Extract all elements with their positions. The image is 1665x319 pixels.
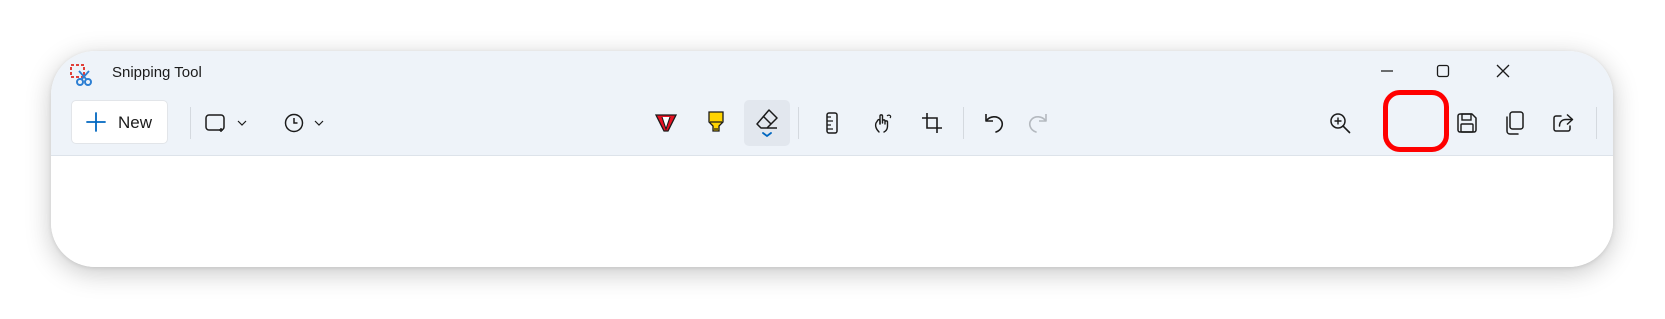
- ruler-icon: [826, 112, 838, 134]
- maximize-button[interactable]: [1413, 51, 1473, 91]
- redo-icon: [1029, 114, 1047, 133]
- undo-icon: [985, 114, 1003, 133]
- ballpoint-pen-icon: [655, 114, 677, 132]
- title-bar: Snipping Tool: [51, 51, 1613, 95]
- toolbar-divider: [798, 107, 799, 139]
- clock-icon: [284, 113, 304, 133]
- snip-canvas: [51, 156, 1613, 267]
- toolbar: New: [51, 95, 1613, 155]
- copy-icon: [1506, 111, 1524, 135]
- zoom-in-icon: [1330, 113, 1351, 134]
- touch-writing-icon: [874, 114, 892, 133]
- crop-icon: [922, 113, 942, 133]
- save-button-highlight-ring: [1383, 90, 1449, 152]
- rectangle-snip-icon: [205, 114, 225, 132]
- redo-button[interactable]: [1015, 100, 1061, 146]
- close-icon: [1496, 64, 1510, 78]
- touch-writing-toggle[interactable]: [860, 100, 906, 146]
- ballpoint-pen-tool[interactable]: [643, 100, 689, 146]
- save-button[interactable]: [1444, 100, 1490, 146]
- window-chrome: Snipping Tool New: [51, 51, 1613, 156]
- minimize-button[interactable]: [1357, 51, 1417, 91]
- chevron-down-icon: [237, 120, 247, 126]
- maximize-icon: [1436, 64, 1450, 78]
- plus-icon: [86, 112, 106, 132]
- copy-button[interactable]: [1492, 100, 1538, 146]
- new-snip-button[interactable]: New: [71, 100, 168, 144]
- share-button[interactable]: [1540, 100, 1586, 146]
- share-icon: [1553, 113, 1574, 132]
- crop-tool[interactable]: [909, 100, 955, 146]
- eraser-tool[interactable]: [744, 100, 790, 146]
- highlighter-tool[interactable]: [693, 100, 739, 146]
- snipping-mode-dropdown[interactable]: [197, 100, 255, 146]
- minimize-icon: [1381, 70, 1393, 72]
- snip-delay-dropdown[interactable]: [275, 100, 333, 146]
- ruler-tool[interactable]: [809, 100, 855, 146]
- undo-button[interactable]: [971, 100, 1017, 146]
- snipping-tool-app-icon: [69, 63, 93, 87]
- new-button-label: New: [118, 113, 153, 132]
- close-button[interactable]: [1473, 51, 1533, 91]
- save-icon: [1457, 113, 1477, 133]
- chevron-down-icon: [314, 120, 324, 126]
- toolbar-divider: [1596, 107, 1597, 139]
- eraser-icon: [756, 109, 778, 138]
- window-title: Snipping Tool: [112, 64, 202, 81]
- toolbar-divider: [190, 107, 191, 139]
- snipping-tool-window: Snipping Tool New: [51, 51, 1613, 267]
- toolbar-divider: [963, 107, 964, 139]
- zoom-button[interactable]: [1319, 100, 1361, 146]
- highlighter-icon: [708, 111, 724, 132]
